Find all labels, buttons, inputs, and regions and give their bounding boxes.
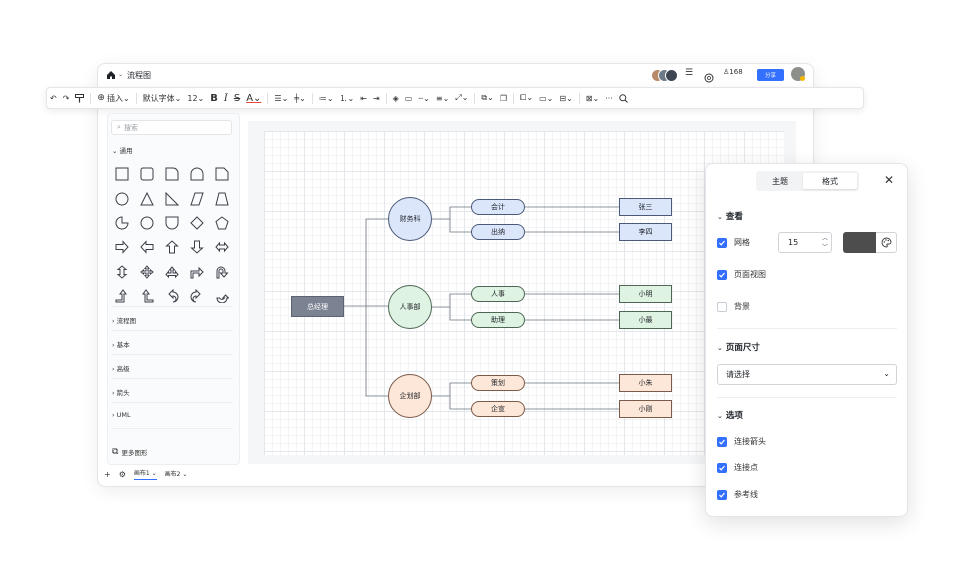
divider <box>717 397 897 398</box>
section-options[interactable]: ⌄ 选项 <box>717 409 743 421</box>
close-icon[interactable]: ✕ <box>884 173 894 187</box>
connector-roles-people <box>525 206 619 410</box>
canvas-tab[interactable]: 画布2 ⌄ <box>165 469 188 480</box>
connect-arrow-checkbox[interactable] <box>717 436 727 447</box>
page-size-value: 请选择 <box>726 370 750 379</box>
org-node-department[interactable]: 人事部 <box>388 285 432 329</box>
connect-arrow-label: 连接箭头 <box>734 437 766 446</box>
grid-checkbox[interactable] <box>717 237 727 248</box>
settings-icon[interactable]: ⚙ <box>119 470 126 479</box>
org-node-department[interactable]: 财务科 <box>388 197 432 241</box>
guide-line-checkbox-row[interactable]: 参考线 <box>717 489 758 500</box>
section-page-size-label: 页面尺寸 <box>725 343 760 353</box>
org-node-role[interactable]: 出纳 <box>471 224 525 240</box>
org-node-person[interactable]: 小明 <box>619 285 672 303</box>
background-checkbox[interactable] <box>717 301 727 312</box>
format-panel: 主题 格式 ✕ ⌄ 查看 网格 15 ︿ ﹀ 页面视图 背景 ⌄ 页面尺寸 请选择 ⌄… <box>705 163 908 517</box>
connect-point-checkbox[interactable] <box>717 462 727 473</box>
divider <box>717 328 897 329</box>
guide-line-checkbox[interactable] <box>717 489 727 500</box>
org-node-role[interactable]: 人事 <box>471 286 525 302</box>
org-node-person[interactable]: 李四 <box>619 223 672 241</box>
section-page-size[interactable]: ⌄ 页面尺寸 <box>717 341 760 353</box>
section-options-label: 选项 <box>725 411 743 421</box>
page-view-checkbox-row[interactable]: 页面视图 <box>717 269 766 280</box>
org-node-person[interactable]: 小刚 <box>619 400 672 418</box>
connect-arrow-checkbox-row[interactable]: 连接箭头 <box>717 436 766 447</box>
org-node-role[interactable]: 策划 <box>471 375 525 391</box>
canvas-tab-label: 画布1 <box>133 470 150 477</box>
org-node-department[interactable]: 企划部 <box>388 374 432 418</box>
connector-root-departments <box>344 218 388 397</box>
grid-size-value: 15 <box>788 238 799 247</box>
stepper-arrows-icon[interactable]: ︿ ﹀ <box>822 234 828 252</box>
org-node-root[interactable]: 总经理 <box>291 296 344 317</box>
org-node-person[interactable]: 小朱 <box>619 374 672 392</box>
connector-planning <box>432 382 471 410</box>
org-node-person[interactable]: 小最 <box>619 311 672 329</box>
canvas-tab-active[interactable]: 画布1 ⌄ <box>133 468 157 480</box>
chevron-down-icon: ⌄ <box>883 369 890 378</box>
page-view-checkbox[interactable] <box>717 269 727 280</box>
connector-hr <box>432 293 471 321</box>
section-view[interactable]: ⌄ 查看 <box>717 210 743 222</box>
add-canvas-icon[interactable]: + <box>104 470 111 479</box>
org-node-role[interactable]: 企宣 <box>471 401 525 417</box>
grid-color-swatch[interactable] <box>843 232 876 253</box>
connect-point-checkbox-row[interactable]: 连接点 <box>717 462 758 473</box>
connect-point-label: 连接点 <box>734 463 758 472</box>
grid-checkbox-row[interactable]: 网格 <box>717 237 750 248</box>
canvas-tab-bar: + ⚙ 画布1 ⌄ 画布2 ⌄ <box>104 468 187 480</box>
grid-label: 网格 <box>734 238 750 247</box>
section-view-label: 查看 <box>725 212 743 222</box>
org-node-person[interactable]: 张三 <box>619 198 672 216</box>
canvas-tab-label: 画布2 <box>164 470 181 478</box>
tab-format[interactable]: 格式 <box>803 173 857 189</box>
page-view-label: 页面视图 <box>734 270 766 279</box>
page-size-select[interactable]: 请选择 ⌄ <box>717 364 897 385</box>
org-node-role[interactable]: 助理 <box>471 312 525 328</box>
connector-finance <box>432 206 471 233</box>
guide-line-label: 参考线 <box>734 490 758 499</box>
grid-size-stepper[interactable]: 15 ︿ ﹀ <box>778 232 832 253</box>
tab-theme[interactable]: 主题 <box>750 172 810 190</box>
palette-icon[interactable] <box>876 232 897 253</box>
background-checkbox-row[interactable]: 背景 <box>717 301 750 312</box>
background-label: 背景 <box>734 302 750 311</box>
org-node-role[interactable]: 会计 <box>471 199 525 215</box>
